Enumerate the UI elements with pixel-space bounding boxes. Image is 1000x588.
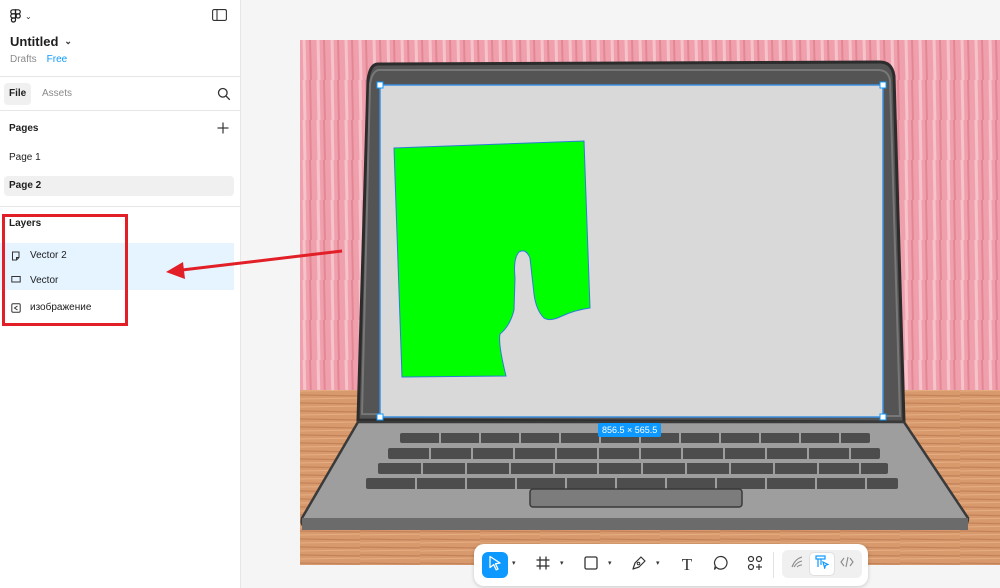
search-icon[interactable] — [217, 87, 231, 101]
draw-icon — [790, 555, 804, 574]
sidebar-tabs: File Assets — [0, 83, 240, 105]
page-item[interactable]: Page 2 — [4, 176, 234, 196]
sidebar-topbar: ⌄ — [0, 0, 240, 32]
chevron-down-icon: ⌄ — [64, 36, 72, 46]
design-icon — [815, 554, 830, 574]
frame-icon — [536, 556, 550, 575]
pen-icon — [631, 555, 647, 576]
add-page-icon[interactable] — [217, 121, 229, 134]
laptop-image[interactable] — [300, 40, 1000, 565]
chevron-down-icon[interactable]: ▾ — [608, 559, 616, 567]
file-location: Drafts Free — [10, 54, 67, 65]
main-menu-button[interactable]: ⌄ — [10, 8, 32, 24]
chevron-down-icon: ⌄ — [25, 11, 32, 21]
plan-badge[interactable]: Free — [47, 54, 68, 65]
chevron-down-icon[interactable]: ▾ — [512, 559, 520, 567]
comment-icon — [713, 555, 729, 576]
annotation-highlight-box — [2, 214, 128, 326]
mode-switcher — [782, 550, 862, 578]
chevron-down-icon[interactable]: ▾ — [560, 559, 568, 567]
tab-file[interactable]: File — [4, 83, 32, 105]
left-sidebar: ⌄ Untitled ⌄ Drafts Free File Assets Pag… — [0, 0, 241, 588]
file-title: Untitled — [10, 34, 59, 49]
divider — [0, 110, 240, 111]
drafts-link[interactable]: Drafts — [10, 54, 37, 65]
comment-tool-button[interactable] — [708, 552, 734, 578]
page-item[interactable]: Page 1 — [4, 148, 234, 168]
actions-tool-button[interactable] — [742, 552, 768, 578]
shape-tool-button[interactable] — [578, 552, 604, 578]
actions-icon — [747, 555, 763, 576]
divider — [0, 76, 240, 77]
text-tool-button[interactable]: T — [674, 552, 700, 578]
move-tool-button[interactable] — [482, 552, 508, 578]
frame-tool-button[interactable] — [530, 552, 556, 578]
divider — [0, 206, 240, 207]
toggle-sidebar-button[interactable] — [212, 8, 228, 22]
dev-mode-button[interactable] — [835, 553, 859, 575]
pages-section-title: Pages — [9, 123, 39, 134]
draw-mode-button[interactable] — [785, 553, 809, 575]
chevron-down-icon[interactable]: ▾ — [656, 559, 664, 567]
design-mode-button[interactable] — [810, 553, 834, 575]
file-title-button[interactable]: Untitled ⌄ — [10, 34, 72, 49]
sidebar-panel-icon — [212, 8, 227, 25]
selection-dimensions-badge: 856.5 × 565.5 — [598, 423, 662, 437]
toolbar-divider — [773, 552, 774, 578]
figma-logo-icon — [10, 8, 21, 24]
pen-tool-button[interactable] — [626, 552, 652, 578]
code-icon — [840, 555, 854, 574]
text-icon: T — [681, 555, 693, 574]
cursor-icon — [488, 555, 502, 576]
rectangle-icon — [584, 555, 598, 575]
tab-assets[interactable]: Assets — [37, 83, 77, 105]
